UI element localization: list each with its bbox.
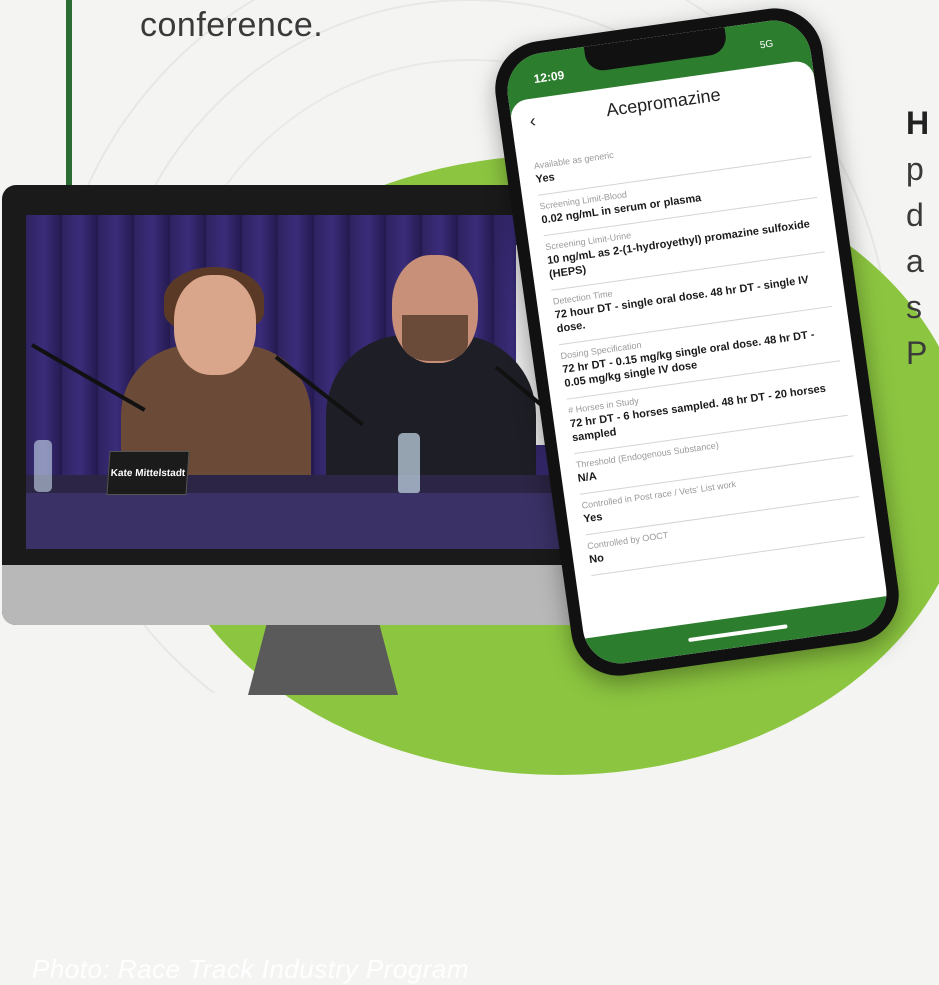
right-text-line: p bbox=[906, 151, 924, 187]
table-cloth bbox=[26, 493, 598, 549]
intro-text: conference. bbox=[140, 6, 324, 44]
speaker-man-beard bbox=[402, 315, 468, 361]
monitor-chin: Photo: Race Track Industry Program bbox=[2, 565, 620, 984]
right-text-line: a bbox=[906, 243, 924, 279]
monitor-stand bbox=[248, 615, 398, 695]
conference-photo: Kate Mittelstadt bbox=[26, 215, 598, 549]
right-text-line: H bbox=[906, 105, 930, 141]
right-text-column: H p d a s P bbox=[906, 100, 929, 376]
water-bottle bbox=[398, 433, 420, 493]
right-text-line: d bbox=[906, 197, 924, 233]
accent-bar bbox=[66, 0, 72, 185]
right-text-line: s bbox=[906, 289, 922, 325]
right-text-line: P bbox=[906, 335, 928, 371]
water-bottle bbox=[34, 440, 52, 492]
drug-details-list: Available as generic Yes Screening Limit… bbox=[532, 116, 865, 576]
speaker-woman-head bbox=[174, 275, 256, 375]
name-card: Kate Mittelstadt bbox=[106, 451, 190, 495]
photo-credit: Photo: Race Track Industry Program bbox=[32, 954, 470, 984]
status-network: 5G bbox=[759, 38, 775, 52]
